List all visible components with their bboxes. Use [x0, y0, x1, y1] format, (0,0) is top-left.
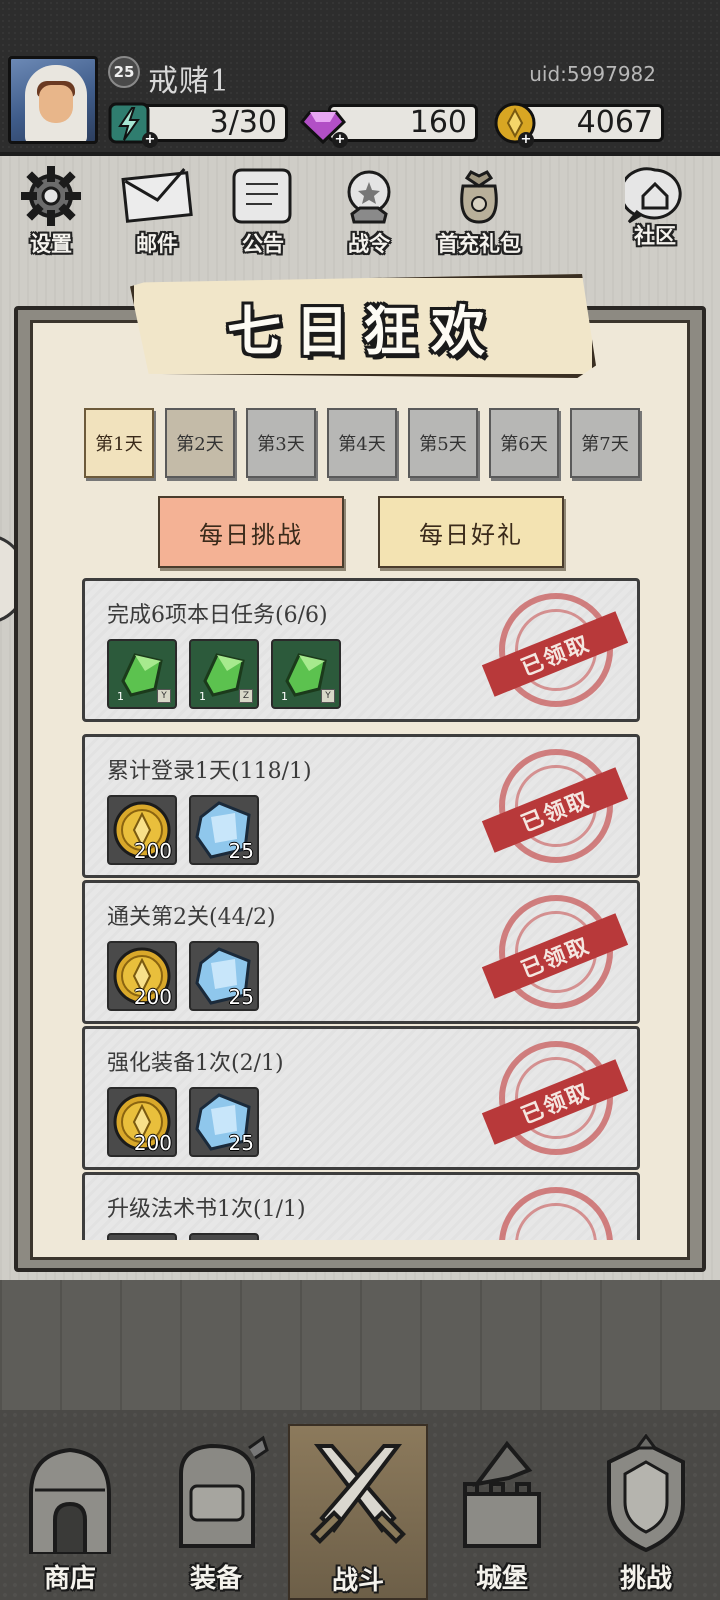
nav-shop-label: 商店 [43, 1564, 96, 1594]
claimed-stamp: 已领取 [481, 1041, 629, 1159]
daily-gift-tab[interactable]: 每日好礼 [378, 496, 564, 568]
reward-badge-icon: Y [157, 689, 171, 703]
task-list[interactable]: 完成6项本日任务(6/6) 1 Y 1 Z 1 Y 已领取 累计登录1天(118… [82, 578, 640, 1240]
reward-count: 1 [199, 690, 206, 703]
community-button[interactable]: 社区 [612, 164, 698, 264]
task-name: 强化装备1次(2/1) [107, 1051, 284, 1076]
player-level-badge: 25 [108, 56, 140, 88]
day-tab-6[interactable]: 第6天 [489, 408, 559, 478]
task-row: 通关第2关(44/2) 200 25 已领取 [82, 880, 640, 1024]
task-row: 强化装备1次(2/1) 200 25 已领取 [82, 1026, 640, 1170]
reward-item[interactable]: 1 Z [189, 639, 259, 709]
panel-title-banner: 七日狂欢 [130, 274, 596, 378]
add-coins-button[interactable]: + [518, 132, 534, 148]
day-tab-4[interactable]: 第4天 [327, 408, 397, 478]
claimed-stamp [491, 1187, 619, 1240]
task-row: 升级法术书1次(1/1) [82, 1172, 640, 1240]
player-avatar[interactable] [8, 56, 98, 144]
nav-battle-label: 战斗 [331, 1566, 384, 1596]
battle-pass-label: 战令 [348, 231, 390, 256]
reward-item[interactable]: 25 [189, 795, 259, 865]
reward-count: 200 [133, 985, 172, 1009]
mail-label: 邮件 [136, 231, 178, 256]
gear-icon [21, 166, 81, 226]
gem-resource[interactable]: 160 [328, 104, 478, 142]
task-name: 通关第2关(44/2) [107, 905, 276, 930]
daily-challenge-tab[interactable]: 每日挑战 [158, 496, 344, 568]
settings-button[interactable]: 设置 [6, 164, 96, 264]
settings-label: 设置 [30, 231, 72, 256]
task-name: 累计登录1天(118/1) [107, 759, 312, 784]
task-row: 完成6项本日任务(6/6) 1 Y 1 Z 1 Y 已领取 [82, 578, 640, 722]
nav-challenge-label: 挑战 [619, 1564, 672, 1594]
claimed-stamp: 已领取 [481, 749, 629, 867]
task-row: 累计登录1天(118/1) 200 25 已领取 [82, 734, 640, 878]
nav-equipment[interactable]: 装备 [146, 1424, 286, 1600]
battle-pass-button[interactable]: 战令 [324, 164, 414, 264]
reward-item[interactable]: 25 [189, 1087, 259, 1157]
scroll-icon [232, 168, 292, 224]
add-energy-button[interactable]: + [142, 132, 158, 148]
day-tab-2[interactable]: 第2天 [165, 408, 235, 478]
reward-count: 25 [228, 1131, 254, 1155]
panel-title: 七日狂欢 [227, 298, 499, 363]
reward-badge-icon: Y [321, 689, 335, 703]
reward-count: 25 [228, 985, 254, 1009]
claimed-stamp: 已领取 [481, 593, 629, 711]
notice-label: 公告 [242, 231, 284, 256]
nav-challenge[interactable]: 挑战 [576, 1424, 716, 1600]
task-name: 升级法术书1次(1/1) [107, 1197, 306, 1222]
player-name: 戒赌1 [148, 64, 231, 99]
gift-bag-icon [460, 170, 498, 224]
first-recharge-label: 首充礼包 [437, 231, 521, 256]
shop-hut-icon [29, 1447, 111, 1554]
reward-count: 200 [133, 1131, 172, 1155]
reward-count: 1 [117, 690, 124, 703]
nav-shop[interactable]: 商店 [0, 1424, 140, 1600]
reward-item[interactable] [107, 1233, 177, 1240]
reward-count: 25 [228, 839, 254, 863]
reward-item[interactable] [189, 1233, 259, 1240]
backpack-icon [179, 1435, 269, 1548]
nav-castle[interactable]: 城堡 [432, 1424, 572, 1600]
add-gems-button[interactable]: + [332, 132, 348, 148]
claimed-stamp: 已领取 [481, 895, 629, 1013]
reward-item[interactable]: 1 Y [271, 639, 341, 709]
day-tab-5[interactable]: 第5天 [408, 408, 478, 478]
crossed-swords-icon [310, 1444, 406, 1544]
gem-value: 160 [409, 105, 467, 140]
reward-item[interactable]: 1 Y [107, 639, 177, 709]
player-uid: uid:5997982 [529, 62, 656, 86]
first-recharge-button[interactable]: 首充礼包 [430, 164, 528, 264]
home-chat-icon [625, 167, 682, 224]
nav-castle-label: 城堡 [475, 1564, 528, 1594]
reward-item[interactable]: 200 [107, 1087, 177, 1157]
task-name: 完成6项本日任务(6/6) [107, 603, 328, 628]
nav-equipment-label: 装备 [189, 1564, 242, 1594]
reward-count: 200 [133, 839, 172, 863]
day-tab-1[interactable]: 第1天 [84, 408, 154, 478]
envelope-icon [121, 168, 193, 223]
nav-battle[interactable]: 战斗 [288, 1424, 428, 1600]
mail-button[interactable]: 邮件 [112, 164, 202, 264]
energy-value: 3/30 [209, 105, 277, 140]
day-tab-3[interactable]: 第3天 [246, 408, 316, 478]
coin-value: 4067 [576, 105, 653, 140]
day-tab-7[interactable]: 第7天 [570, 408, 640, 478]
reward-item[interactable]: 25 [189, 941, 259, 1011]
scene-floor [0, 1280, 720, 1410]
castle-icon [463, 1440, 541, 1548]
reward-count: 1 [281, 690, 288, 703]
avatar-face [39, 85, 73, 123]
shield-emblem-icon [607, 1434, 685, 1553]
reward-item[interactable]: 200 [107, 795, 177, 865]
notice-button[interactable]: 公告 [218, 164, 308, 264]
reward-item[interactable]: 200 [107, 941, 177, 1011]
crystal-ball-icon [347, 170, 391, 224]
reward-badge-icon: Z [239, 689, 253, 703]
